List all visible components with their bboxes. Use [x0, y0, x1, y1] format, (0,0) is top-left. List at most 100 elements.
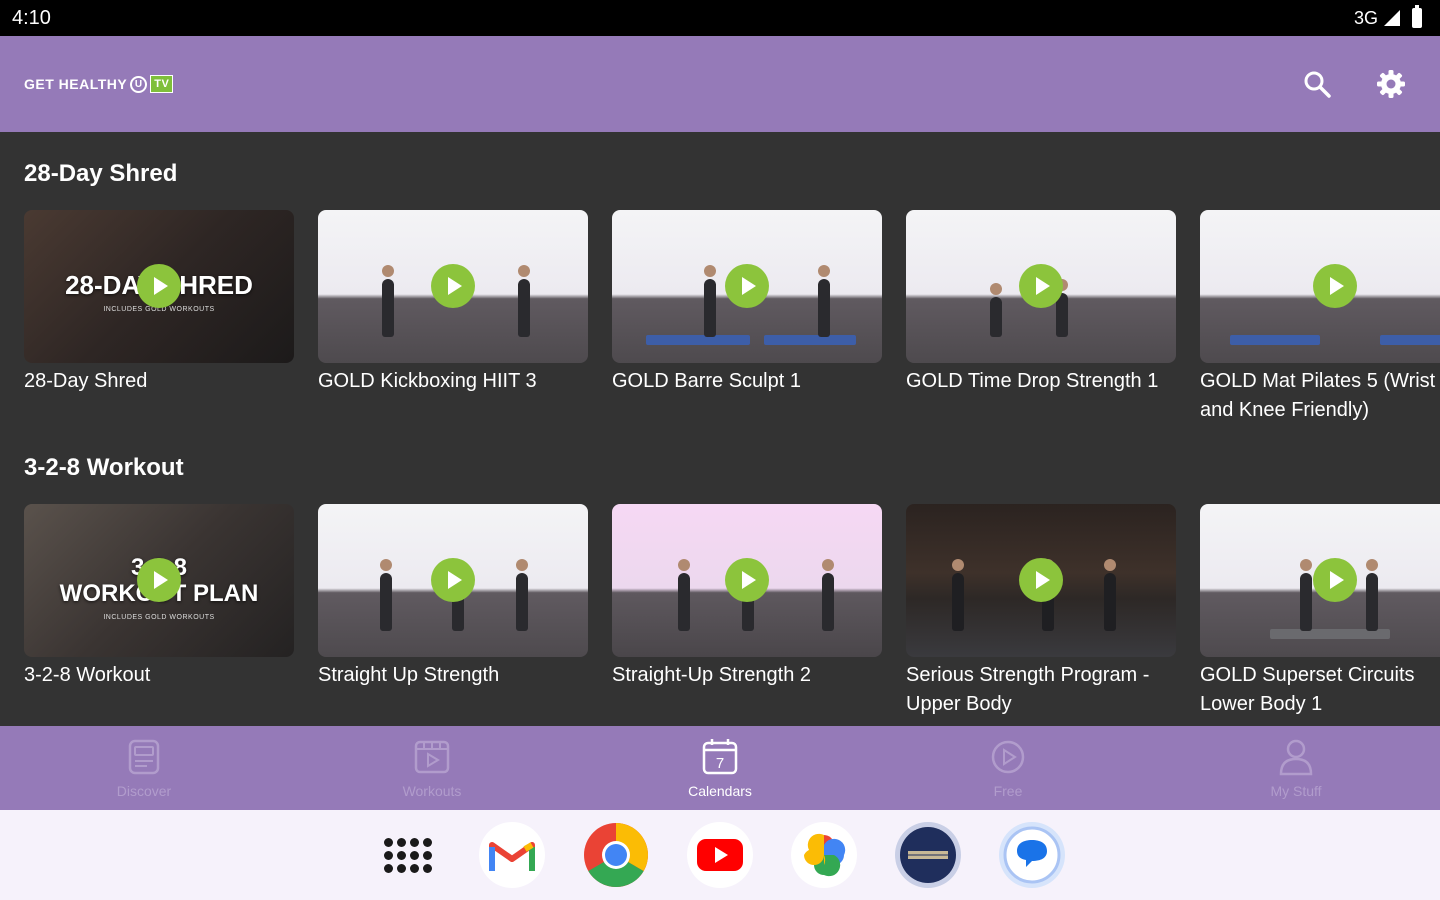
- instructor-figure: [382, 265, 394, 337]
- video-thumbnail[interactable]: [1200, 210, 1440, 363]
- video-thumbnail[interactable]: [1200, 504, 1440, 657]
- play-button[interactable]: [725, 558, 769, 602]
- bottom-navigation: Discover Workouts 7 Calendars Free My St…: [0, 726, 1440, 810]
- play-button[interactable]: [1019, 264, 1063, 308]
- video-thumbnail[interactable]: [906, 210, 1176, 363]
- video-title[interactable]: Straight Up Strength: [318, 661, 588, 690]
- chrome-icon[interactable]: [583, 822, 649, 888]
- play-icon: [1330, 571, 1344, 589]
- exercise-mat: [764, 335, 856, 345]
- card-row[interactable]: 28-DAY SHRED INCLUDES GOLD WORKOUTS 28-D…: [24, 210, 1440, 425]
- exercise-mat: [646, 335, 750, 345]
- video-thumbnail[interactable]: [318, 210, 588, 363]
- content-area[interactable]: 28-Day Shred 28-DAY SHRED INCLUDES GOLD …: [0, 132, 1440, 726]
- signal-icon: [1384, 10, 1400, 26]
- instructor-figure: [1300, 559, 1312, 631]
- video-card[interactable]: 28-DAY SHRED INCLUDES GOLD WORKOUTS 28-D…: [24, 210, 294, 425]
- play-icon: [742, 571, 756, 589]
- video-title[interactable]: 3-2-8 Workout: [24, 661, 294, 690]
- nav-item-calendars[interactable]: 7 Calendars: [576, 726, 864, 810]
- video-card[interactable]: Straight-Up Strength 2: [612, 504, 882, 719]
- status-time: 4:10: [12, 6, 51, 29]
- nav-label: Discover: [116, 783, 172, 799]
- play-button[interactable]: [137, 558, 181, 602]
- video-title[interactable]: GOLD Kickboxing HIIT 3: [318, 367, 588, 396]
- video-thumbnail[interactable]: [318, 504, 588, 657]
- play-button[interactable]: [431, 558, 475, 602]
- section-title: 28-Day Shred: [24, 160, 178, 187]
- section-title: 3-2-8 Workout: [24, 454, 184, 481]
- logo-text: GET HEALTHY: [24, 76, 128, 92]
- play-button[interactable]: [1313, 264, 1357, 308]
- instructor-figure: [818, 265, 830, 337]
- taskbar: [0, 810, 1440, 900]
- nav-item-free[interactable]: Free: [864, 726, 1152, 810]
- play-button[interactable]: [137, 264, 181, 308]
- video-card[interactable]: GOLD Mat Pilates 5 (Wrist and Knee Frien…: [1200, 210, 1440, 425]
- messages-icon[interactable]: [999, 822, 1065, 888]
- play-icon: [448, 277, 462, 295]
- nav-label: Free: [993, 783, 1023, 799]
- instructor-figure: [516, 559, 528, 631]
- video-title[interactable]: Serious Strength Program - Upper Body: [906, 661, 1176, 719]
- promo-subtitle: INCLUDES GOLD WORKOUTS: [103, 614, 215, 621]
- video-card[interactable]: GOLD Time Drop Strength 1: [906, 210, 1176, 425]
- app-bar: GET HEALTHY U TV: [0, 36, 1440, 132]
- instructor-figure: [822, 559, 834, 631]
- network-type: 3G: [1353, 7, 1378, 28]
- video-thumbnail[interactable]: [612, 504, 882, 657]
- video-thumbnail[interactable]: 28-DAY SHRED INCLUDES GOLD WORKOUTS: [24, 210, 294, 363]
- logo-u: U: [130, 75, 148, 93]
- video-title[interactable]: Straight-Up Strength 2: [612, 661, 882, 690]
- nav-label: Calendars: [688, 783, 752, 799]
- video-title[interactable]: GOLD Mat Pilates 5 (Wrist and Knee Frien…: [1200, 367, 1440, 425]
- video-thumbnail[interactable]: 3-2-8 WORKOUT PLAN INCLUDES GOLD WORKOUT…: [24, 504, 294, 657]
- play-icon: [1330, 277, 1344, 295]
- play-circle-icon: [991, 740, 1025, 774]
- play-button[interactable]: [725, 264, 769, 308]
- exercise-mat: [1230, 335, 1320, 345]
- battery-icon: [1412, 5, 1422, 28]
- nav-item-workouts[interactable]: Workouts: [288, 726, 576, 810]
- instructor-figure: [1104, 559, 1116, 631]
- video-title[interactable]: 28-Day Shred: [24, 367, 294, 396]
- search-icon[interactable]: [1302, 69, 1332, 99]
- person-icon: [1279, 739, 1313, 776]
- video-card[interactable]: 3-2-8 WORKOUT PLAN INCLUDES GOLD WORKOUT…: [24, 504, 294, 719]
- video-title[interactable]: GOLD Time Drop Strength 1: [906, 367, 1176, 396]
- video-title[interactable]: GOLD Barre Sculpt 1: [612, 367, 882, 396]
- nav-item-my-stuff[interactable]: My Stuff: [1152, 726, 1440, 810]
- video-thumbnail[interactable]: [906, 504, 1176, 657]
- card-row[interactable]: 3-2-8 WORKOUT PLAN INCLUDES GOLD WORKOUT…: [24, 504, 1440, 719]
- app-actions: [1302, 69, 1416, 99]
- discover-icon: [128, 739, 160, 775]
- app-drawer-icon[interactable]: [375, 822, 441, 888]
- play-icon: [154, 277, 168, 295]
- status-bar: 4:10 3G: [0, 0, 1440, 36]
- video-card[interactable]: GOLD Kickboxing HIIT 3: [318, 210, 588, 425]
- nav-label: Workouts: [402, 783, 462, 799]
- video-title[interactable]: GOLD Superset Circuits Lower Body 1: [1200, 661, 1440, 719]
- play-button[interactable]: [431, 264, 475, 308]
- instructor-figure: [1366, 559, 1378, 631]
- nav-item-discover[interactable]: Discover: [0, 726, 288, 810]
- play-button[interactable]: [1019, 558, 1063, 602]
- video-card[interactable]: Serious Strength Program - Upper Body: [906, 504, 1176, 719]
- section-3-2-8-workout: 3-2-8 Workout 3-2-8 WORKOUT PLAN INCLUDE…: [0, 426, 1440, 726]
- play-icon: [1036, 571, 1050, 589]
- app-icon[interactable]: [895, 822, 961, 888]
- play-button[interactable]: [1313, 558, 1357, 602]
- video-card[interactable]: GOLD Barre Sculpt 1: [612, 210, 882, 425]
- video-thumbnail[interactable]: [612, 210, 882, 363]
- video-card[interactable]: GOLD Superset Circuits Lower Body 1: [1200, 504, 1440, 719]
- app-logo: GET HEALTHY U TV: [24, 75, 174, 93]
- gear-icon[interactable]: [1376, 69, 1406, 99]
- video-card[interactable]: Straight Up Strength: [318, 504, 588, 719]
- play-icon: [1036, 277, 1050, 295]
- photos-icon[interactable]: [791, 822, 857, 888]
- gmail-icon[interactable]: [479, 822, 545, 888]
- youtube-icon[interactable]: [687, 822, 753, 888]
- workouts-icon: [414, 740, 450, 774]
- instructor-figure: [704, 265, 716, 337]
- calendar-icon: 7: [702, 739, 738, 775]
